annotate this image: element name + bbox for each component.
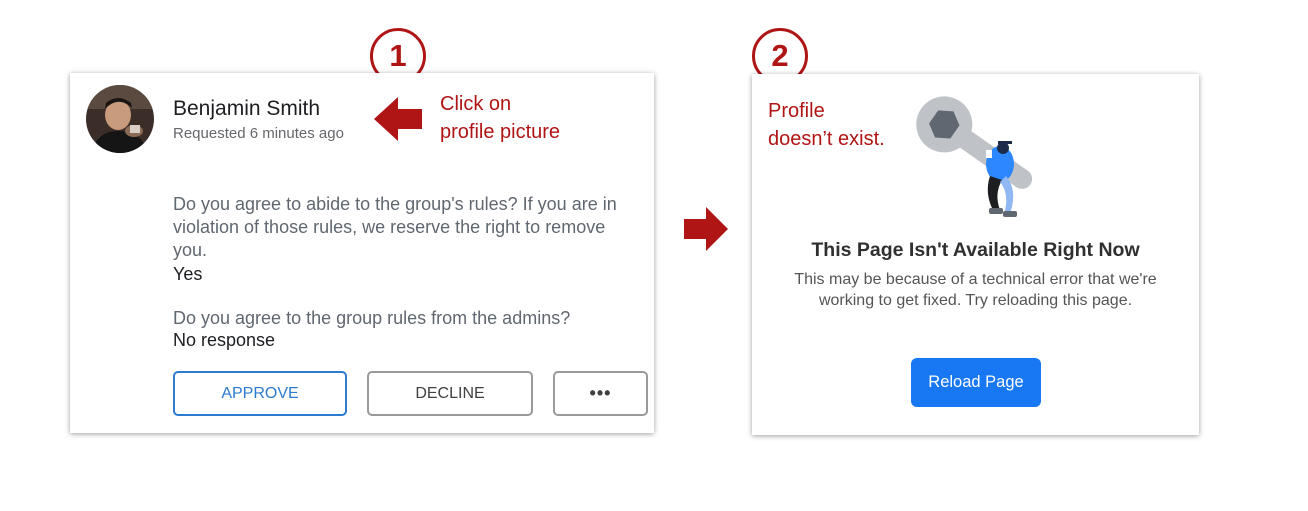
error-message: This may be because of a technical error… [794, 271, 1157, 309]
error-title: This Page Isn't Available Right Now [811, 239, 1140, 261]
step-1-instruction: Click on profile picture [440, 93, 561, 143]
decline-button[interactable]: DECLINE [367, 371, 533, 416]
more-options-button[interactable]: ••• [553, 371, 648, 416]
left-pointing-arrow-icon [374, 97, 422, 141]
reload-page-button[interactable]: Reload Page [911, 358, 1041, 407]
question-1: Do you agree to abide to the group's rul… [173, 194, 617, 260]
profile-avatar[interactable] [86, 85, 154, 153]
wrench-person-illustration [910, 90, 1046, 220]
question-2: Do you agree to the group rules from the… [173, 308, 571, 328]
member-request-card: Benjamin Smith Requested 6 minutes ago D… [70, 73, 654, 433]
answer-2: No response [173, 330, 276, 350]
requester-name[interactable]: Benjamin Smith [173, 97, 320, 121]
step-2-note: Profile doesn’t exist. [768, 100, 885, 150]
right-pointing-arrow-icon [684, 207, 728, 251]
answer-1: Yes [173, 264, 203, 284]
request-time: Requested 6 minutes ago [173, 125, 344, 142]
approve-button[interactable]: APPROVE [173, 371, 347, 416]
